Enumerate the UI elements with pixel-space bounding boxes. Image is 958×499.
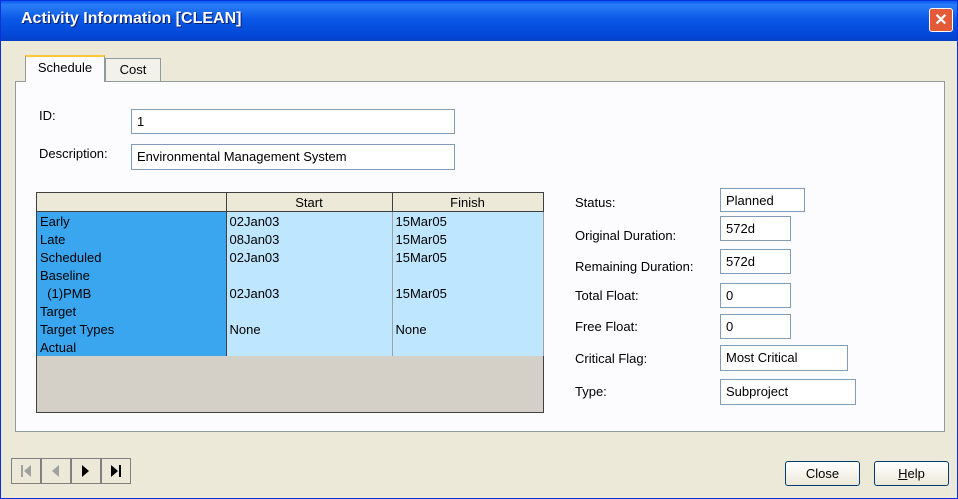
table-row[interactable]: Target [37, 302, 544, 320]
activity-information-dialog: Activity Information [CLEAN] ✕ Schedule … [0, 0, 958, 499]
finish-column-header[interactable]: Finish [392, 193, 544, 212]
start-column-header[interactable]: Start [226, 193, 393, 212]
help-button-label: elp [907, 466, 925, 481]
first-record-icon [21, 465, 31, 477]
tab-schedule-label: Schedule [37, 60, 93, 75]
table-row[interactable]: Baseline [37, 266, 544, 284]
row-label: Target Types [37, 320, 227, 338]
finish-cell[interactable] [392, 302, 544, 320]
finish-cell[interactable] [392, 266, 544, 284]
remaining-duration-label: Remaining Duration: [575, 259, 694, 274]
row-label: Baseline [37, 266, 227, 284]
finish-cell[interactable]: 15Mar05 [392, 284, 544, 302]
dates-grid: Start Finish Early 02Jan03 15Mar05 Late … [36, 192, 544, 413]
close-window-button[interactable]: ✕ [929, 8, 953, 32]
description-field[interactable]: Environmental Management System [131, 144, 455, 170]
total-float-field[interactable]: 0 [720, 283, 791, 308]
original-duration-label: Original Duration: [575, 228, 677, 243]
table-row[interactable]: Actual [37, 338, 544, 356]
table-row[interactable]: Late 08Jan03 15Mar05 [37, 230, 544, 248]
title-bar[interactable]: Activity Information [CLEAN] ✕ [1, 1, 957, 41]
finish-cell[interactable]: 15Mar05 [392, 248, 544, 266]
first-record-button[interactable] [11, 458, 41, 484]
type-label: Type: [575, 384, 607, 399]
start-cell[interactable]: None [226, 320, 393, 338]
finish-cell[interactable]: 15Mar05 [392, 230, 544, 248]
status-label: Status: [575, 195, 616, 210]
close-button-label: Close [805, 466, 840, 481]
help-mnemonic: H [898, 466, 908, 481]
id-field[interactable]: 1 [131, 109, 455, 134]
finish-cell[interactable]: 15Mar05 [392, 211, 544, 230]
original-duration-field[interactable]: 572d [720, 216, 791, 241]
last-record-button[interactable] [101, 458, 131, 484]
id-label: ID: [39, 108, 56, 123]
start-cell[interactable]: 02Jan03 [226, 248, 393, 266]
row-label: (1)PMB [37, 284, 227, 302]
tab-schedule[interactable]: Schedule [25, 55, 105, 82]
table-row[interactable]: Early 02Jan03 15Mar05 [37, 211, 544, 230]
total-float-label: Total Float: [575, 288, 639, 303]
window-title: Activity Information [CLEAN] [21, 10, 242, 27]
description-label: Description: [39, 146, 108, 161]
start-cell[interactable]: 02Jan03 [226, 284, 393, 302]
start-cell[interactable] [226, 266, 393, 284]
close-button[interactable]: Close [785, 461, 860, 486]
table-row[interactable]: Target Types None None [37, 320, 544, 338]
free-float-label: Free Float: [575, 319, 638, 334]
tab-cost-label: Cost [119, 62, 147, 77]
tab-cost[interactable]: Cost [105, 58, 161, 82]
previous-record-button[interactable] [41, 458, 71, 484]
help-button[interactable]: Help [874, 461, 949, 486]
start-cell[interactable] [226, 302, 393, 320]
start-cell[interactable]: 02Jan03 [226, 211, 393, 230]
close-icon: ✕ [934, 12, 948, 29]
type-field[interactable]: Subproject [720, 379, 856, 405]
remaining-duration-field[interactable]: 572d [720, 249, 791, 274]
grid-header-row: Start Finish [37, 193, 544, 212]
next-record-icon [82, 465, 89, 477]
finish-cell[interactable]: None [392, 320, 544, 338]
row-label: Target [37, 302, 227, 320]
status-field[interactable]: Planned [720, 188, 805, 212]
free-float-field[interactable]: 0 [720, 314, 791, 339]
last-record-icon [111, 465, 121, 477]
critical-flag-label: Critical Flag: [575, 351, 648, 366]
start-cell[interactable] [226, 338, 393, 356]
row-label: Late [37, 230, 227, 248]
row-label: Early [37, 211, 227, 230]
table-row[interactable]: (1)PMB 02Jan03 15Mar05 [37, 284, 544, 302]
row-label: Scheduled [37, 248, 227, 266]
previous-record-icon [52, 465, 59, 477]
finish-cell[interactable] [392, 338, 544, 356]
record-navigator [11, 458, 151, 486]
grid-corner-header [37, 193, 227, 212]
next-record-button[interactable] [71, 458, 101, 484]
critical-flag-field[interactable]: Most Critical [720, 345, 848, 371]
start-cell[interactable]: 08Jan03 [226, 230, 393, 248]
row-label: Actual [37, 338, 227, 356]
table-row[interactable]: Scheduled 02Jan03 15Mar05 [37, 248, 544, 266]
